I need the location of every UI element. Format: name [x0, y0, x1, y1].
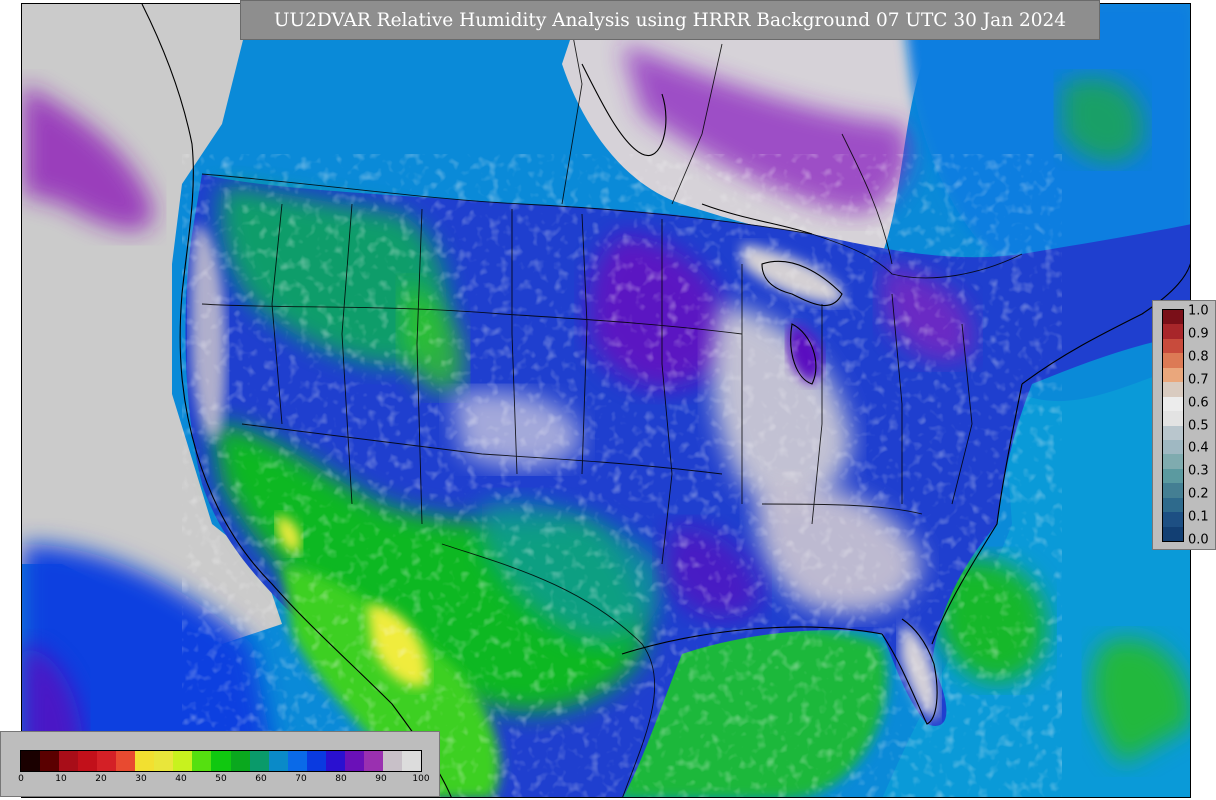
rh-colorbar-segment: [306, 751, 326, 771]
observation-colorbar-segment: [1163, 483, 1183, 498]
rh-colorbar-segment: [173, 751, 193, 771]
observation-colorbar-tick-label: 0.9: [1188, 326, 1209, 342]
observation-colorbar-tick-label: 0.8: [1188, 349, 1209, 365]
rh-colorbar-segment: [401, 751, 421, 771]
observation-colorbar-segment: [1163, 367, 1183, 383]
observation-colorbar-segment: [1163, 411, 1183, 426]
observation-colorbar-segment: [1163, 468, 1183, 484]
rh-colorbar: 0 10 20 30 40 50 60 70 80 90 100: [0, 731, 440, 797]
title-box: UU2DVAR Relative Humidity Analysis using…: [240, 0, 1100, 40]
observation-colorbar-tick-label: 0.4: [1188, 440, 1209, 456]
observation-colorbar-tick-label: 0.2: [1188, 486, 1209, 502]
observation-colorbar: 1.0 0.9 0.8 0.7 0.6 0.5 0.4 0.3 0.2 0.1 0.0: [1152, 300, 1216, 550]
observation-colorbar-segment: [1163, 382, 1183, 397]
rh-colorbar-segment: [116, 751, 136, 771]
observation-colorbar-segment: [1163, 439, 1183, 455]
observation-colorbar-segment: [1163, 526, 1183, 541]
observation-speckle: [182, 154, 1062, 797]
observation-colorbar-tick-label: 0.0: [1188, 532, 1209, 548]
observation-colorbar-segment: [1163, 310, 1183, 325]
rh-colorbar-tick-label: 30: [135, 774, 147, 784]
rh-colorbar-segment: [135, 751, 155, 771]
observation-colorbar-segment: [1163, 425, 1183, 440]
rh-colorbar-segment: [211, 751, 231, 771]
rh-colorbar-tick-label: 90: [375, 774, 387, 784]
rh-colorbar-segment: [192, 751, 212, 771]
map-title: UU2DVAR Relative Humidity Analysis using…: [273, 9, 1067, 31]
rh-colorbar-segment: [78, 751, 98, 771]
rh-colorbar-tick-label: 0: [18, 774, 24, 784]
rh-colorbar-segment: [325, 751, 345, 771]
observation-colorbar-tick-label: 0.6: [1188, 395, 1209, 411]
observation-colorbar-tick-label: 0.3: [1188, 463, 1209, 479]
rh-colorbar-tick-label: 70: [295, 774, 307, 784]
rh-colorbar-segment: [59, 751, 79, 771]
rh-colorbar-segment: [287, 751, 307, 771]
observation-colorbar-segment: [1163, 454, 1183, 469]
rh-analysis-field: [22, 4, 1190, 797]
rh-colorbar-segment: [230, 751, 250, 771]
rh-colorbar-segment: [40, 751, 60, 771]
observation-colorbar-segment: [1163, 497, 1183, 513]
rh-colorbar-segment: [97, 751, 117, 771]
rh-colorbar-segment: [21, 751, 41, 771]
observation-colorbar-segment: [1163, 512, 1183, 527]
observation-colorbar-tick-label: 0.1: [1188, 509, 1209, 525]
rh-colorbar-tick-label: 100: [412, 774, 430, 784]
observation-colorbar-tick-label: 0.5: [1188, 418, 1209, 433]
rh-colorbar-segment: [268, 751, 288, 771]
rh-colorbar-segment: [382, 751, 402, 771]
rh-colorbar-tick-label: 40: [175, 774, 187, 784]
rh-colorbar-segment: [363, 751, 383, 771]
rh-colorbar-segment: [344, 751, 364, 771]
observation-colorbar-segment: [1163, 324, 1183, 339]
rh-colorbar-tick-label: 10: [55, 774, 67, 784]
rh-colorbar-tick-label: 20: [95, 774, 107, 784]
rh-colorbar-segment: [154, 751, 174, 771]
rh-colorbar-bar: [20, 750, 422, 772]
observation-colorbar-segment: [1163, 353, 1183, 368]
humidity-map: [21, 3, 1191, 798]
observation-colorbar-bar: [1162, 309, 1184, 542]
rh-colorbar-tick-label: 80: [335, 774, 347, 784]
rh-colorbar-tick-label: 60: [255, 774, 267, 784]
rh-colorbar-segment: [249, 751, 269, 771]
rh-colorbar-tick-label: 50: [215, 774, 227, 784]
observation-colorbar-segment: [1163, 396, 1183, 412]
observation-colorbar-tick-label: 1.0: [1188, 303, 1209, 319]
observation-colorbar-segment: [1163, 338, 1183, 354]
observation-colorbar-tick-label: 0.7: [1188, 372, 1209, 388]
